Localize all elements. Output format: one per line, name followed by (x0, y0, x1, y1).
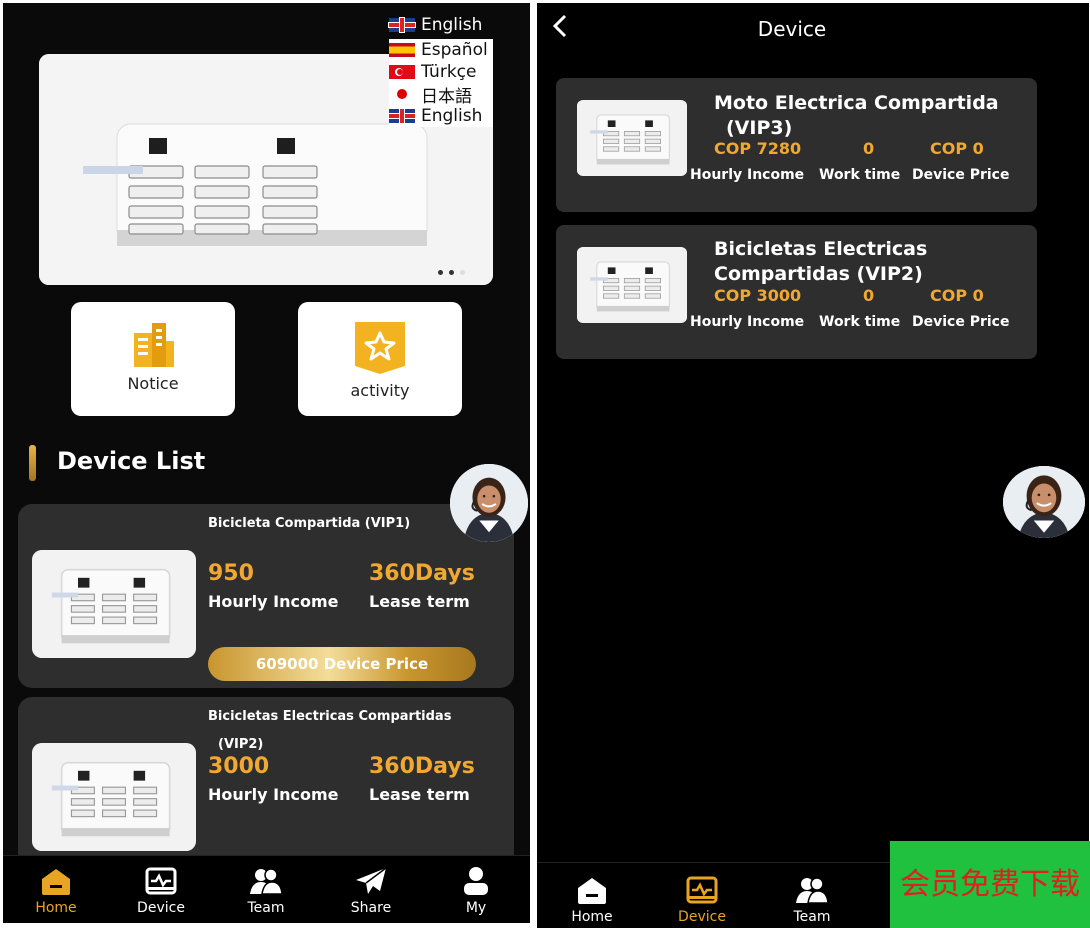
language-option-label: English (421, 106, 483, 126)
watermark-banner: 会员免费下载 (890, 841, 1090, 928)
language-option-label: 日本語 (421, 86, 472, 107)
device-icon (145, 867, 177, 895)
back-chevron-icon[interactable] (551, 13, 569, 39)
lease-term-value: 360Days (369, 754, 475, 779)
device-card[interactable]: Bicicletas Electricas Compartidas (VIP2)… (556, 225, 1037, 359)
hourly-income-value: 3000 (208, 754, 270, 779)
device-card[interactable]: Moto Electrica Compartida (VIP3) COP 728… (556, 78, 1037, 212)
device-vip-tag: (VIP2) (218, 737, 264, 752)
tab-label: Home (35, 900, 77, 916)
language-option-label: Türkçe (421, 62, 477, 82)
language-option-japanese[interactable]: 日本語 (389, 83, 493, 107)
device-image (577, 247, 687, 323)
customer-service-avatar[interactable] (450, 464, 528, 542)
hourly-income-label: Hourly Income (208, 592, 339, 611)
work-time-label: Work time (819, 314, 901, 330)
hourly-income-value: COP 7280 (714, 139, 802, 158)
activity-button[interactable]: activity (298, 302, 462, 416)
carousel-dot[interactable] (438, 270, 443, 275)
spain-flag-icon (389, 43, 415, 57)
hourly-income-value: COP 3000 (714, 286, 802, 305)
device-vip-tag: (VIP3) (726, 117, 793, 139)
work-time-value: 0 (863, 286, 875, 305)
lease-term-label: Lease term (369, 785, 470, 804)
tab-label: My (465, 900, 487, 916)
tab-share[interactable]: Share (336, 866, 406, 916)
work-time-label: Work time (819, 167, 901, 183)
tab-label: Device (678, 909, 726, 925)
language-current-label: English (421, 15, 483, 35)
hourly-income-label: Hourly Income (690, 314, 805, 330)
device-price-button[interactable]: 609000 Device Price (208, 647, 476, 681)
tab-device[interactable]: Device (126, 866, 196, 916)
turkey-flag-icon (389, 65, 415, 79)
device-icon (686, 876, 718, 904)
carousel-dots[interactable] (438, 270, 465, 275)
device-name-line2: Compartidas (VIP2) (714, 263, 923, 285)
tab-team[interactable]: Team (777, 875, 847, 925)
home-icon (578, 878, 606, 904)
device-name: Bicicletas Electricas (714, 238, 928, 260)
tab-label: Team (793, 909, 831, 925)
team-icon (250, 868, 283, 895)
device-card[interactable]: Bicicletas Electricas Compartidas (VIP2)… (18, 697, 514, 867)
device-price-value: COP 0 (930, 286, 984, 305)
hourly-income-label: Hourly Income (690, 167, 805, 183)
language-option-english[interactable]: English (389, 105, 493, 127)
customer-service-avatar[interactable] (1003, 466, 1085, 538)
device-price-value: COP 0 (930, 139, 984, 158)
device-name: Bicicletas Electricas Compartidas (208, 709, 452, 724)
tab-label: Share (350, 900, 392, 916)
uk-flag-icon (389, 109, 415, 123)
language-option-spanish[interactable]: Español (389, 39, 493, 61)
building-icon (134, 323, 174, 367)
tab-label: Home (571, 909, 613, 925)
uk-flag-icon (389, 18, 415, 32)
carousel-dot[interactable] (449, 270, 454, 275)
tab-label: Device (137, 900, 185, 916)
device-image (577, 100, 687, 176)
device-price-label: Device Price (912, 314, 1010, 330)
device-price-label: Device Price (912, 167, 1010, 183)
lease-term-label: Lease term (369, 592, 470, 611)
language-current[interactable]: English (389, 13, 493, 37)
star-badge-icon (355, 322, 405, 374)
tab-home[interactable]: Home (557, 875, 627, 925)
device-name: Moto Electrica Compartida (714, 92, 999, 114)
language-option-label: Español (421, 40, 488, 60)
hourly-income-label: Hourly Income (208, 785, 339, 804)
device-image (32, 550, 196, 658)
user-icon (464, 867, 488, 895)
device-card[interactable]: Bicicleta Compartida (VIP1) 950 360Days … (18, 504, 514, 688)
japan-flag-icon (389, 87, 415, 101)
share-icon (356, 867, 387, 894)
section-accent-bar (29, 445, 36, 481)
carousel-dot[interactable] (460, 270, 465, 275)
tab-home[interactable]: Home (21, 866, 91, 916)
home-screen: English Español Türkçe 日本語 English Notic… (3, 3, 530, 923)
activity-label: activity (350, 381, 410, 400)
team-icon (796, 877, 829, 904)
tab-team[interactable]: Team (231, 866, 301, 916)
hourly-income-value: 950 (208, 561, 254, 586)
lease-term-value: 360Days (369, 561, 475, 586)
tab-device[interactable]: Device (667, 875, 737, 925)
notice-button[interactable]: Notice (71, 302, 235, 416)
section-title: Device List (57, 447, 206, 475)
home-icon (42, 869, 70, 895)
language-option-turkish[interactable]: Türkçe (389, 61, 493, 83)
device-image (32, 743, 196, 851)
bottom-tab-bar: Home Device Team Share My (3, 855, 530, 923)
tab-label: Team (247, 900, 285, 916)
notice-label: Notice (127, 374, 179, 393)
tab-my[interactable]: My (441, 866, 511, 916)
page-title: Device (757, 17, 827, 41)
work-time-value: 0 (863, 139, 875, 158)
language-switcher[interactable]: English Español Türkçe 日本語 English (389, 13, 493, 127)
device-screen: Device Moto Electrica Compartida (VIP3) … (537, 3, 1089, 928)
